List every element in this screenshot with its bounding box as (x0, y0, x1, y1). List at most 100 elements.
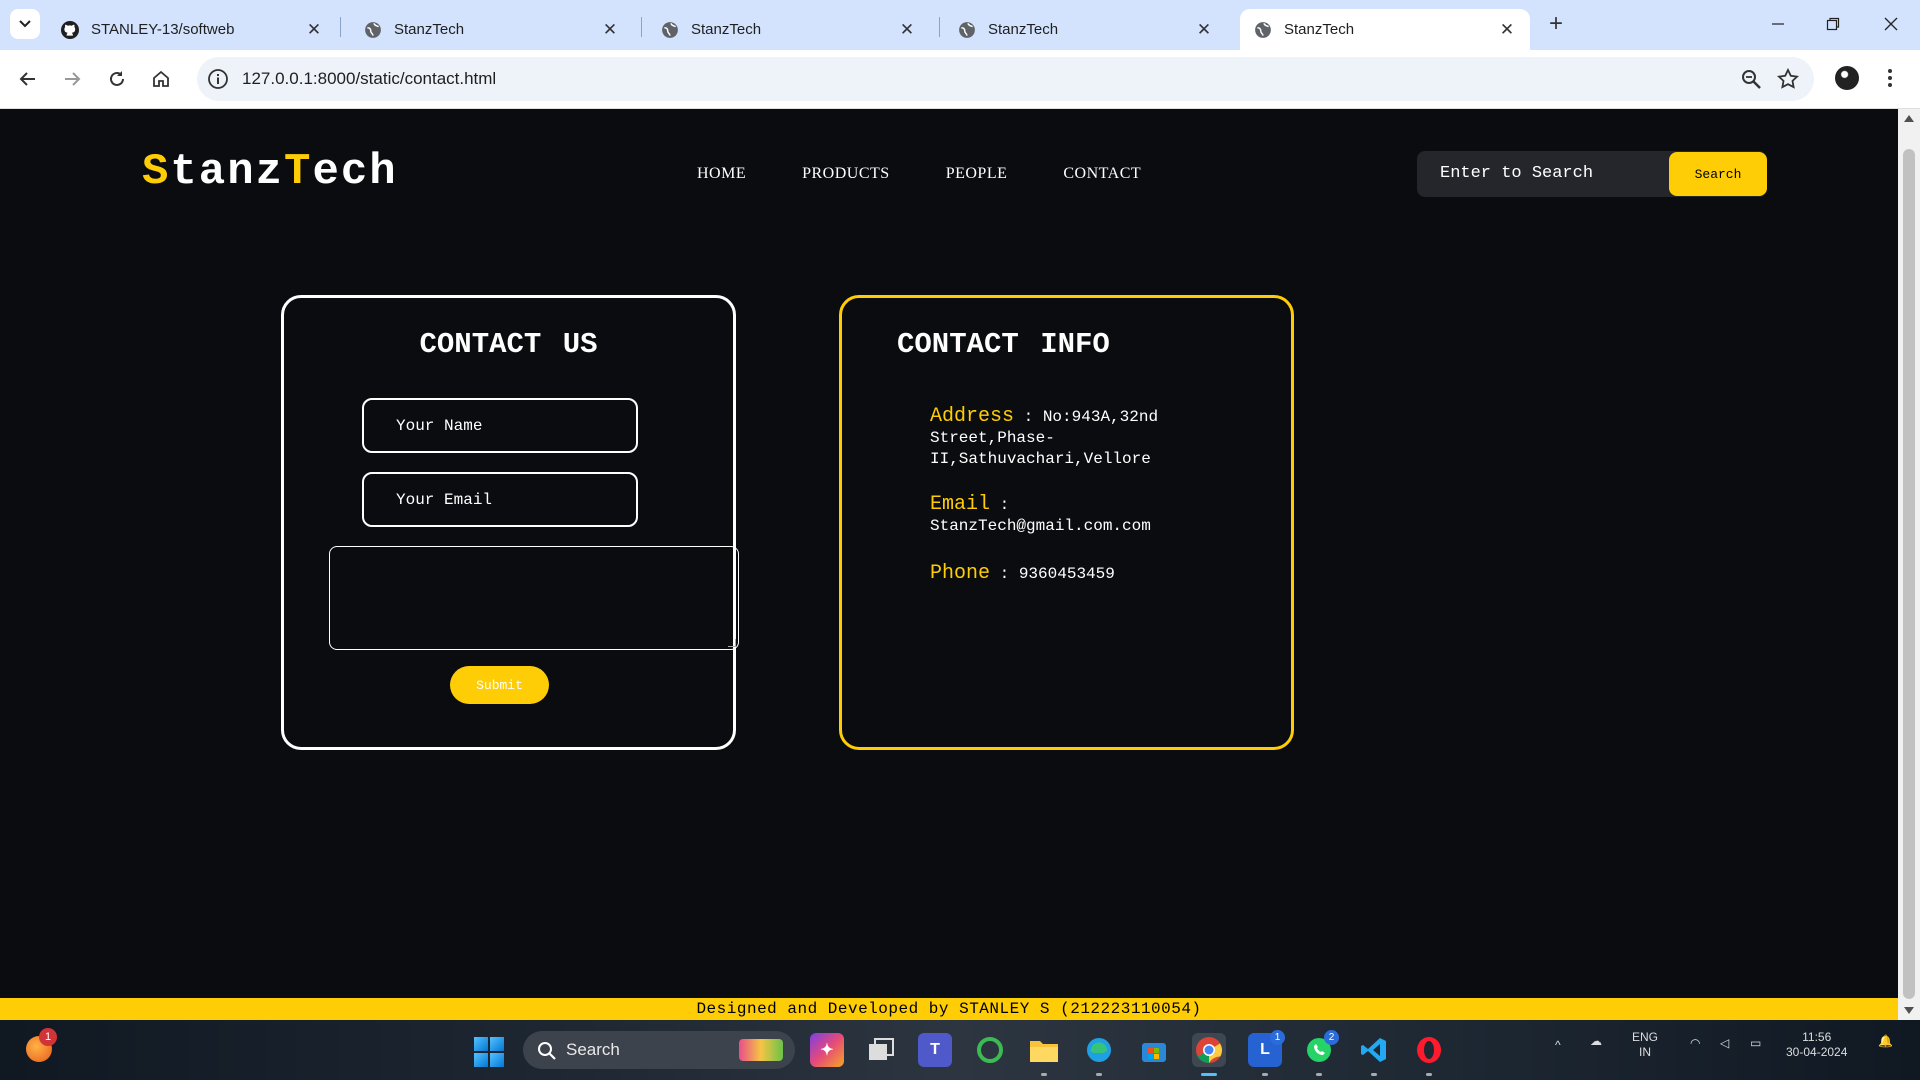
tab-title: StanzTech (1284, 21, 1355, 38)
globe-icon (365, 21, 381, 38)
notification-badge: 1 (39, 1028, 57, 1046)
home-icon (153, 70, 169, 87)
circle-app-icon[interactable] (973, 1033, 1007, 1067)
close-icon[interactable]: ✕ (898, 20, 916, 39)
nav-products[interactable]: PRODUCTS (802, 165, 890, 183)
arrow-left-icon (19, 72, 35, 86)
phone-value: : 9360453459 (999, 565, 1115, 583)
task-view-icon[interactable] (864, 1033, 898, 1067)
close-icon (1884, 17, 1898, 31)
reload-button[interactable] (102, 64, 132, 94)
address-block: Address : No:943A,32nd Street,Phase-II,S… (930, 406, 1230, 470)
clock[interactable]: 11:56 30-04-2024 (1786, 1030, 1847, 1060)
wifi-icon[interactable]: ◠ (1690, 1036, 1700, 1051)
message-textarea[interactable] (329, 546, 739, 650)
search-input[interactable]: Enter to Search (1440, 164, 1593, 183)
page-scrollbar[interactable] (1898, 109, 1920, 1020)
chrome-glyph (1196, 1037, 1223, 1064)
windows-start-icon[interactable] (474, 1037, 504, 1067)
zoom-icon[interactable] (1740, 68, 1762, 90)
home-button[interactable] (146, 64, 176, 94)
back-button[interactable] (13, 64, 43, 94)
new-tab-button[interactable]: + (1542, 11, 1570, 39)
globe-icon (1255, 21, 1271, 38)
windows-taskbar: 1 Search ✦ T L 1 2 ^ ☁ ENG IN ◠ ◁ ▭ 11:5… (0, 1020, 1920, 1080)
language-indicator[interactable]: ENG IN (1632, 1030, 1658, 1060)
nav-contact[interactable]: CONTACT (1063, 165, 1141, 183)
lang-primary: ENG (1632, 1030, 1659, 1044)
contact-info-title: CONTACT INFO (897, 328, 1110, 361)
tab-stanztech-active[interactable]: StanzTech ✕ (1240, 9, 1530, 50)
lang-secondary: IN (1639, 1045, 1651, 1059)
nav-home[interactable]: HOME (697, 165, 746, 183)
profile-avatar[interactable] (1835, 66, 1859, 90)
vscode-icon[interactable] (1357, 1033, 1391, 1067)
info-icon[interactable] (207, 68, 229, 90)
main-nav: HOME PRODUCTS PEOPLE CONTACT (697, 165, 1197, 183)
tab-stanztech-3[interactable]: StanzTech ✕ (944, 9, 1227, 50)
close-icon[interactable]: ✕ (1195, 20, 1213, 39)
store-glyph (1142, 1043, 1166, 1062)
contact-us-title: CONTACT US (419, 328, 598, 361)
contact-info-card: CONTACT INFO Address : No:943A,32nd Stre… (839, 295, 1294, 750)
tab-title: STANLEY-13/softweb (91, 21, 235, 38)
close-window-button[interactable] (1871, 8, 1911, 40)
phone-block: Phone : 9360453459 (930, 563, 1230, 585)
chrome-icon[interactable] (1192, 1033, 1226, 1067)
opera-icon[interactable] (1412, 1033, 1446, 1067)
minimize-button[interactable] (1758, 8, 1798, 40)
bookmark-star-icon[interactable] (1776, 67, 1800, 91)
email-colon: : (999, 496, 1010, 514)
close-icon[interactable]: ✕ (601, 20, 619, 39)
store-icon[interactable] (1137, 1033, 1171, 1067)
email-block: Email : StanzTech@gmail.com.com (930, 494, 1230, 537)
forward-button[interactable] (57, 64, 87, 94)
edge-icon[interactable] (1082, 1033, 1116, 1067)
site-logo[interactable]: StanzTech (142, 147, 398, 197)
address-bar[interactable]: 127.0.0.1:8000/static/contact.html (197, 57, 1814, 101)
page-viewport: StanzTech HOME PRODUCTS PEOPLE CONTACT E… (0, 109, 1898, 1020)
resize-grip-icon[interactable] (728, 639, 736, 647)
l-app-badge: 1 (1270, 1030, 1285, 1045)
site-search: Enter to Search Search (1417, 151, 1767, 197)
tab-title: StanzTech (691, 21, 762, 38)
tab-search-button[interactable] (10, 9, 40, 39)
teams-icon[interactable]: T (918, 1033, 952, 1067)
name-input[interactable]: Your Name (362, 398, 638, 453)
restore-button[interactable] (1813, 8, 1853, 40)
submit-button[interactable]: Submit (450, 666, 549, 704)
tab-stanztech-2[interactable]: StanzTech ✕ (647, 9, 930, 50)
scroll-up-icon[interactable] (1904, 115, 1914, 122)
battery-icon[interactable]: ▭ (1750, 1036, 1761, 1051)
edge-glyph (1087, 1038, 1111, 1062)
close-icon[interactable]: ✕ (305, 20, 323, 39)
tab-stanztech-1[interactable]: StanzTech ✕ (350, 9, 633, 50)
search-button[interactable]: Search (1669, 152, 1767, 196)
taskbar-search[interactable]: Search (523, 1031, 795, 1069)
logo-letter-s: S (142, 147, 171, 197)
vscode-glyph (1361, 1038, 1386, 1062)
volume-icon[interactable]: ◁ (1720, 1036, 1729, 1051)
folder-icon (1030, 1041, 1058, 1062)
tray-chevron-icon[interactable]: ^ (1555, 1038, 1561, 1053)
photo-editor-icon[interactable]: ✦ (810, 1033, 844, 1067)
tab-github[interactable]: STANLEY-13/softweb ✕ (47, 9, 337, 50)
tray-app-icon[interactable]: ☁ (1590, 1034, 1602, 1049)
nav-people[interactable]: PEOPLE (946, 165, 1008, 183)
url-text[interactable]: 127.0.0.1:8000/static/contact.html (242, 69, 496, 89)
logo-text-ech: ech (312, 147, 398, 197)
file-explorer-icon[interactable] (1027, 1033, 1061, 1067)
email-input[interactable]: Your Email (362, 472, 638, 527)
browser-menu-icon[interactable] (1885, 66, 1895, 90)
task-view-glyph (869, 1038, 894, 1060)
scroll-down-icon[interactable] (1904, 1007, 1914, 1014)
restore-icon (1826, 17, 1840, 31)
notification-bell-icon[interactable]: 🔔 (1878, 1034, 1893, 1049)
clock-date: 30-04-2024 (1786, 1045, 1848, 1059)
close-icon[interactable]: ✕ (1498, 20, 1516, 39)
arrow-right-icon (65, 72, 81, 86)
browser-toolbar: 127.0.0.1:8000/static/contact.html (0, 50, 1920, 109)
address-label: Address (930, 405, 1015, 428)
scroll-thumb[interactable] (1903, 149, 1915, 999)
tab-title: StanzTech (988, 21, 1059, 38)
